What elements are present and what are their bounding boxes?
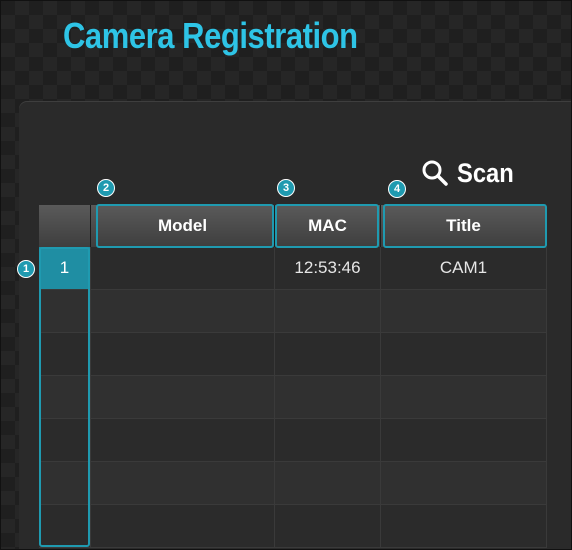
- table-cell-mac[interactable]: [275, 419, 381, 462]
- scan-label: Scan: [457, 157, 514, 188]
- table-cell-index[interactable]: 1: [39, 247, 91, 290]
- table-cell-model[interactable]: [91, 376, 275, 419]
- table-cell-title[interactable]: [381, 290, 547, 333]
- table-cell-title[interactable]: [381, 419, 547, 462]
- table-cell-mac[interactable]: [275, 505, 381, 548]
- table-cell-model[interactable]: [91, 505, 275, 548]
- scan-button[interactable]: Scan: [421, 153, 522, 193]
- column-header-label: Title: [446, 216, 481, 235]
- table-cell-mac[interactable]: [275, 333, 381, 376]
- table-cell-model[interactable]: [91, 333, 275, 376]
- table-cell-mac[interactable]: [275, 376, 381, 419]
- table-cell-index[interactable]: [39, 376, 91, 419]
- callout-badge-4: 4: [388, 180, 406, 198]
- table-cell-mac[interactable]: [275, 290, 381, 333]
- table-cell-index[interactable]: [39, 290, 91, 333]
- column-header-mac[interactable]: MAC: [275, 205, 381, 247]
- table-cell-index[interactable]: [39, 333, 91, 376]
- camera-registration-window: Camera Registration Scan Model MAC Title 1 1…: [0, 0, 572, 550]
- table-cell-model[interactable]: [91, 462, 275, 505]
- table-cell-title[interactable]: [381, 462, 547, 505]
- table-cell-index[interactable]: [39, 419, 91, 462]
- table-cell-mac[interactable]: [275, 462, 381, 505]
- column-header-label: Model: [157, 216, 208, 235]
- cell-text: CAM1: [439, 258, 488, 277]
- column-header-model[interactable]: Model: [91, 205, 275, 247]
- search-icon: [422, 160, 448, 186]
- page-title: Camera Registration: [63, 15, 358, 56]
- table-cell-title[interactable]: CAM1: [381, 247, 547, 290]
- cell-text: 12:53:46: [294, 258, 361, 277]
- table-cell-model[interactable]: [91, 419, 275, 462]
- table-cell-title[interactable]: [381, 333, 547, 376]
- table-cell-index[interactable]: [39, 462, 91, 505]
- table-cell-model[interactable]: [91, 290, 275, 333]
- callout-badge-3: 3: [277, 179, 295, 197]
- header-index-cell: [39, 205, 91, 247]
- callout-badge-2: 2: [97, 179, 115, 197]
- table-cell-mac[interactable]: 12:53:46: [275, 247, 381, 290]
- callout-badge-1: 1: [17, 260, 35, 278]
- table-cell-title[interactable]: [381, 376, 547, 419]
- cell-text: 1: [59, 258, 70, 277]
- table-cell-index[interactable]: [39, 505, 91, 548]
- table-cell-model[interactable]: [91, 247, 275, 290]
- column-header-title[interactable]: Title: [381, 205, 547, 247]
- table-cell-title[interactable]: [381, 505, 547, 548]
- column-header-label: MAC: [308, 216, 347, 235]
